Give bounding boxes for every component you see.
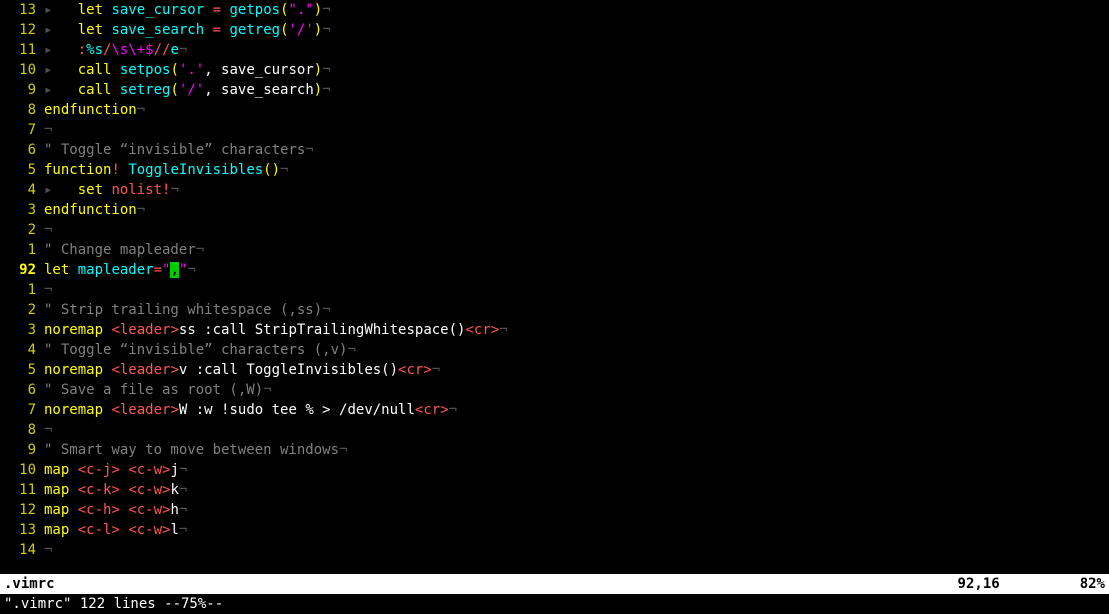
- line-content: ▸ set nolist!¬: [44, 180, 1109, 200]
- code-line[interactable]: 5function! ToggleInvisibles()¬: [0, 160, 1109, 180]
- line-number: 3: [0, 200, 44, 220]
- line-content: " Save a file as root (,W)¬: [44, 380, 1109, 400]
- line-content: " Change mapleader¬: [44, 240, 1109, 260]
- line-number: 7: [0, 400, 44, 420]
- line-content: noremap <leader>ss :call StripTrailingWh…: [44, 320, 1109, 340]
- line-number: 6: [0, 380, 44, 400]
- line-number: 1: [0, 240, 44, 260]
- status-filename: .vimrc: [0, 574, 55, 594]
- line-content: ¬: [44, 280, 1109, 300]
- line-content: " Toggle “invisible” characters (,v)¬: [44, 340, 1109, 360]
- line-content: map <c-l> <c-w>l¬: [44, 520, 1109, 540]
- line-number: 11: [0, 480, 44, 500]
- line-number: 2: [0, 300, 44, 320]
- code-line[interactable]: 2¬: [0, 220, 1109, 240]
- line-number: 12: [0, 500, 44, 520]
- code-line[interactable]: 4" Toggle “invisible” characters (,v)¬: [0, 340, 1109, 360]
- code-line[interactable]: 10▸ call setpos('.', save_cursor)¬: [0, 60, 1109, 80]
- line-number: 10: [0, 460, 44, 480]
- line-number: 92: [0, 260, 44, 280]
- line-content: noremap <leader>W :w !sudo tee % > /dev/…: [44, 400, 1109, 420]
- code-line[interactable]: 12map <c-h> <c-w>h¬: [0, 500, 1109, 520]
- line-number: 9: [0, 440, 44, 460]
- line-number: 5: [0, 360, 44, 380]
- code-line[interactable]: 13▸ let save_cursor = getpos(".")¬: [0, 0, 1109, 20]
- line-number: 4: [0, 340, 44, 360]
- command-line[interactable]: ".vimrc" 122 lines --75%--: [0, 594, 1109, 614]
- code-line[interactable]: 7noremap <leader>W :w !sudo tee % > /dev…: [0, 400, 1109, 420]
- code-line[interactable]: 8endfunction¬: [0, 100, 1109, 120]
- code-line[interactable]: 2" Strip trailing whitespace (,ss)¬: [0, 300, 1109, 320]
- code-line[interactable]: 9▸ call setreg('/', save_search)¬: [0, 80, 1109, 100]
- code-line[interactable]: 6" Toggle “invisible” characters¬: [0, 140, 1109, 160]
- line-number: 14: [0, 540, 44, 560]
- code-line[interactable]: 6" Save a file as root (,W)¬: [0, 380, 1109, 400]
- code-line[interactable]: 11▸ :%s/\s\+$//e¬: [0, 40, 1109, 60]
- line-number: 11: [0, 40, 44, 60]
- line-content: map <c-h> <c-w>h¬: [44, 500, 1109, 520]
- line-number: 13: [0, 520, 44, 540]
- line-content: " Smart way to move between windows¬: [44, 440, 1109, 460]
- code-line[interactable]: 3endfunction¬: [0, 200, 1109, 220]
- line-content: map <c-k> <c-w>k¬: [44, 480, 1109, 500]
- line-content: ▸ let save_search = getreg('/')¬: [44, 20, 1109, 40]
- code-line[interactable]: 1" Change mapleader¬: [0, 240, 1109, 260]
- line-content: " Strip trailing whitespace (,ss)¬: [44, 300, 1109, 320]
- cursor: ,: [170, 262, 178, 278]
- status-cursor-position: 92,16: [958, 574, 1080, 594]
- line-number: 8: [0, 420, 44, 440]
- line-content: ¬: [44, 540, 1109, 560]
- status-bar: .vimrc 92,16 82%: [0, 574, 1109, 594]
- line-content: let mapleader=","¬: [44, 260, 1109, 280]
- code-line[interactable]: 12▸ let save_search = getreg('/')¬: [0, 20, 1109, 40]
- line-content: ¬: [44, 420, 1109, 440]
- line-number: 2: [0, 220, 44, 240]
- line-content: noremap <leader>v :call ToggleInvisibles…: [44, 360, 1109, 380]
- code-line[interactable]: 14¬: [0, 540, 1109, 560]
- line-number: 8: [0, 100, 44, 120]
- code-line[interactable]: 4▸ set nolist!¬: [0, 180, 1109, 200]
- line-content: " Toggle “invisible” characters¬: [44, 140, 1109, 160]
- code-line[interactable]: 1¬: [0, 280, 1109, 300]
- line-content: map <c-j> <c-w>j¬: [44, 460, 1109, 480]
- line-content: endfunction¬: [44, 100, 1109, 120]
- code-line[interactable]: 5noremap <leader>v :call ToggleInvisible…: [0, 360, 1109, 380]
- line-content: ▸ let save_cursor = getpos(".")¬: [44, 0, 1109, 20]
- line-content: ¬: [44, 220, 1109, 240]
- line-number: 13: [0, 0, 44, 20]
- line-content: ▸ call setreg('/', save_search)¬: [44, 80, 1109, 100]
- line-number: 12: [0, 20, 44, 40]
- code-line[interactable]: 9" Smart way to move between windows¬: [0, 440, 1109, 460]
- line-number: 4: [0, 180, 44, 200]
- code-line[interactable]: 3noremap <leader>ss :call StripTrailingW…: [0, 320, 1109, 340]
- line-number: 7: [0, 120, 44, 140]
- line-content: ▸ call setpos('.', save_cursor)¬: [44, 60, 1109, 80]
- line-number: 10: [0, 60, 44, 80]
- editor-area[interactable]: 13▸ let save_cursor = getpos(".")¬12▸ le…: [0, 0, 1109, 574]
- code-line[interactable]: 10map <c-j> <c-w>j¬: [0, 460, 1109, 480]
- line-content: ¬: [44, 120, 1109, 140]
- line-content: ▸ :%s/\s\+$//e¬: [44, 40, 1109, 60]
- line-number: 3: [0, 320, 44, 340]
- line-content: endfunction¬: [44, 200, 1109, 220]
- code-line[interactable]: 13map <c-l> <c-w>l¬: [0, 520, 1109, 540]
- code-line[interactable]: 8¬: [0, 420, 1109, 440]
- code-line[interactable]: 7¬: [0, 120, 1109, 140]
- line-number: 9: [0, 80, 44, 100]
- status-percent: 82%: [1080, 574, 1109, 594]
- line-content: function! ToggleInvisibles()¬: [44, 160, 1109, 180]
- line-number: 1: [0, 280, 44, 300]
- code-line[interactable]: 92let mapleader=","¬: [0, 260, 1109, 280]
- line-number: 6: [0, 140, 44, 160]
- line-number: 5: [0, 160, 44, 180]
- code-line[interactable]: 11map <c-k> <c-w>k¬: [0, 480, 1109, 500]
